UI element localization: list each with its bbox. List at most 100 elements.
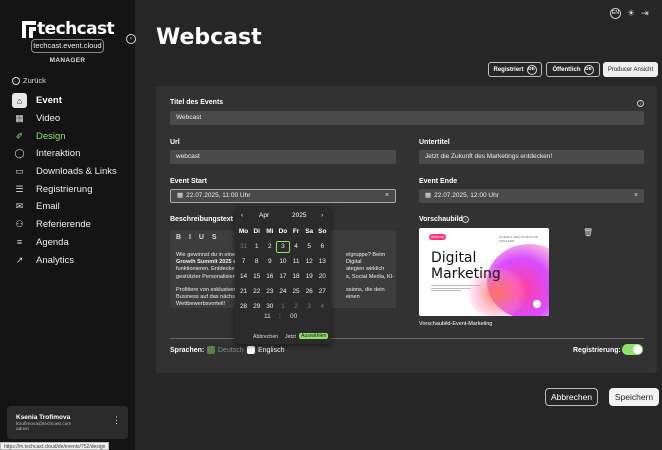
collapse-sidebar-button[interactable]: ‹ <box>126 34 136 44</box>
event-end-input[interactable]: ▦ 22.07.2025, 12:00 Uhr × <box>419 189 644 203</box>
sidebar-item-design[interactable]: ✐ Design <box>12 127 127 145</box>
sidebar-item-agenda[interactable]: ≡ Agenda <box>12 234 127 252</box>
checkbox-englisch[interactable] <box>247 346 255 354</box>
public-toggle-button[interactable]: Öffentlich DE <box>546 62 600 77</box>
month-select[interactable]: Apr <box>259 212 269 219</box>
day-cell[interactable]: 4 <box>316 301 329 313</box>
url-input[interactable]: webcast <box>170 150 396 164</box>
logo: techcast <box>22 19 115 39</box>
day-cell[interactable]: 25 <box>290 286 303 298</box>
day-cell[interactable]: 4 <box>290 241 303 253</box>
sidebar-item-downloads[interactable]: ▭ Downloads & Links <box>12 163 127 181</box>
day-cell[interactable]: 3 <box>303 301 316 313</box>
title-label: Titel des Events <box>170 99 224 106</box>
sidebar-item-video[interactable]: ▦ Video <box>12 110 127 128</box>
day-cell[interactable]: 5 <box>303 241 316 253</box>
subtitle-input[interactable]: Jetzt die Zukunft des Marketings entdeck… <box>419 150 644 164</box>
cancel-button[interactable]: Abbrechen <box>545 388 598 406</box>
day-cell[interactable]: 17 <box>276 271 289 283</box>
description-text-right: elgruppe? Beim Digital ategien wirklich … <box>346 252 395 301</box>
producer-view-button[interactable]: Producer Ansicht <box>603 62 658 77</box>
day-cell[interactable]: 27 <box>316 286 329 298</box>
picker-choose-button[interactable]: Auswählen <box>299 333 329 339</box>
preview-image[interactable]: Webcast AGENDA REGISTRATION SPEAKER Digi… <box>419 228 549 316</box>
picker-now-button[interactable]: Jetzt <box>285 334 296 340</box>
clear-icon[interactable]: × <box>634 189 638 203</box>
day-cell[interactable]: 8 <box>250 256 263 268</box>
sidebar-item-analytics[interactable]: ↗ Analytics <box>12 251 127 269</box>
brush-icon: ✐ <box>15 130 24 141</box>
day-cell[interactable]: 7 <box>237 256 250 268</box>
next-month-icon[interactable]: › <box>321 212 323 219</box>
url-label: Url <box>170 139 180 146</box>
day-cell[interactable]: 26 <box>303 286 316 298</box>
minute-input[interactable]: 00 <box>290 313 297 320</box>
description-text-left: Wie gewinnst du in einer Growth Summit 2… <box>176 252 241 308</box>
day-cell[interactable]: 12 <box>303 256 316 268</box>
day-cell[interactable]: 20 <box>316 271 329 283</box>
register-icon: ☰ <box>15 183 24 194</box>
event-start-input[interactable]: ▦ 22.07.2025, 11:00 Uhr × <box>170 189 396 203</box>
editor-toolbar[interactable]: B I U S <box>176 234 220 241</box>
day-cell[interactable]: 1 <box>250 241 263 253</box>
sidebar-item-referierende[interactable]: ⚇ Referierende <box>12 216 127 234</box>
calendar-icon: ▦ <box>425 192 432 199</box>
sidebar-item-label: Design <box>36 130 66 142</box>
day-cell[interactable]: 19 <box>303 271 316 283</box>
user-card: Ksenia Trofimova ktrofimova@techcast.com… <box>7 406 128 439</box>
time-separator: : <box>279 313 281 320</box>
day-cell[interactable]: 21 <box>237 286 250 298</box>
registered-label: Registriert <box>493 66 524 73</box>
preview-nav: AGENDA REGISTRATION SPEAKER <box>499 235 539 243</box>
day-cell[interactable]: 2 <box>290 301 303 313</box>
date-picker: ‹ Apr 2025 › Mo Di Mi Do Fr Sa So 31 1 2 3 4 5 6 7 8 9 10… <box>235 207 331 344</box>
chart-icon: ↗ <box>15 254 24 265</box>
clear-icon[interactable]: × <box>385 190 389 202</box>
day-cell[interactable]: 31 <box>237 241 250 253</box>
sidebar-item-interaktion[interactable]: ◯ Interaktion <box>12 145 127 163</box>
sidebar-item-registrierung[interactable]: ☰ Registrierung <box>12 180 127 198</box>
save-button[interactable]: Speichern <box>609 388 659 406</box>
date-picker-grid: Mo Di Mi Do Fr Sa So 31 1 2 3 4 5 6 7 8 9 10 11 12 13 14 15 16 1… <box>237 224 329 314</box>
day-cell[interactable]: 23 <box>263 286 276 298</box>
picker-cancel-button[interactable]: Abbrechen <box>253 334 278 340</box>
sun-icon[interactable]: ☀ <box>627 8 635 19</box>
sidebar-item-email[interactable]: ✉ Email <box>12 198 127 216</box>
day-cell[interactable]: 30 <box>263 301 276 313</box>
sidebar-item-label: Agenda <box>36 236 69 248</box>
day-cell[interactable]: 3 <box>276 240 290 253</box>
registration-toggle[interactable] <box>622 344 643 355</box>
people-icon: ⚇ <box>15 219 24 230</box>
day-cell[interactable]: 28 <box>237 301 250 313</box>
trash-icon[interactable]: 🗑 <box>583 228 593 237</box>
day-cell[interactable]: 16 <box>263 271 276 283</box>
day-cell[interactable]: 24 <box>276 286 289 298</box>
day-cell[interactable]: 9 <box>263 256 276 268</box>
day-cell[interactable]: 6 <box>316 241 329 253</box>
day-cell[interactable]: 13 <box>316 256 329 268</box>
day-cell[interactable]: 1 <box>276 301 289 313</box>
info-icon[interactable]: i <box>462 216 469 223</box>
logout-icon[interactable]: ⇥ <box>641 8 649 19</box>
week-row: 21 22 23 24 25 26 27 <box>237 284 329 299</box>
user-menu-icon[interactable]: ⋮ <box>112 415 121 426</box>
hour-input[interactable]: 11 <box>264 313 271 320</box>
day-cell[interactable]: 10 <box>276 256 289 268</box>
back-link[interactable]: ← Zurück <box>12 76 46 85</box>
year-select[interactable]: 2025 <box>292 212 306 219</box>
day-cell[interactable]: 15 <box>250 271 263 283</box>
checkbox-deutsch[interactable] <box>207 346 215 354</box>
day-cell[interactable]: 14 <box>237 271 250 283</box>
day-cell[interactable]: 2 <box>263 241 276 253</box>
sidebar-item-event[interactable]: ⌂ Event <box>12 92 127 110</box>
day-cell[interactable]: 29 <box>250 301 263 313</box>
language-switch[interactable]: EN <box>610 8 621 19</box>
day-cell[interactable]: 11 <box>290 256 303 268</box>
info-icon[interactable]: i <box>637 100 644 107</box>
prev-month-icon[interactable]: ‹ <box>241 212 243 219</box>
day-cell[interactable]: 22 <box>250 286 263 298</box>
day-cell[interactable]: 18 <box>290 271 303 283</box>
lang-de-label: Deutsch <box>218 347 244 354</box>
title-input[interactable]: Webcast <box>170 111 644 125</box>
registered-toggle-button[interactable]: Registriert DE <box>488 62 542 77</box>
